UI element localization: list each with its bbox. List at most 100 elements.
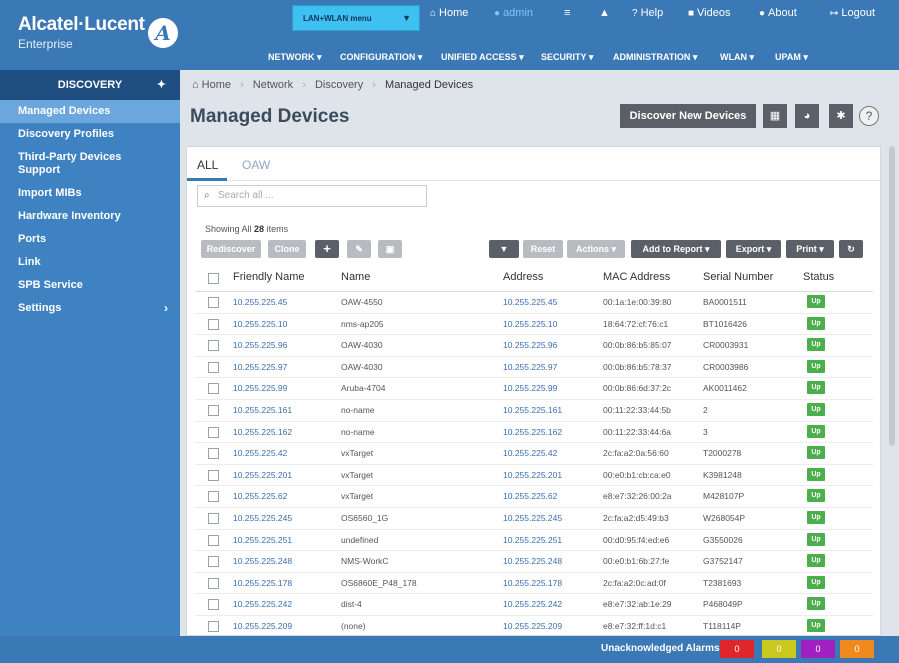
cell-friendly-name[interactable]: 10.255.225.99: [233, 383, 287, 393]
sidebar-item-discovery-profiles[interactable]: Discovery Profiles: [0, 123, 180, 146]
cell-friendly-name[interactable]: 10.255.225.248: [233, 556, 292, 566]
tab-all[interactable]: ALL: [197, 158, 218, 172]
table-row[interactable]: 10.255.225.251 undefined 10.255.225.251 00:…: [195, 530, 873, 552]
home-link[interactable]: ⌂ Home: [430, 7, 468, 19]
table-row[interactable]: 10.255.225.178 OS6860E_P48_178 10.255.225.…: [195, 573, 873, 595]
pie-chart-icon[interactable]: ◕: [795, 104, 819, 128]
row-checkbox[interactable]: [208, 340, 219, 352]
nav-configuration[interactable]: CONFIGURATION ▾: [340, 52, 422, 63]
sidebar-item-link[interactable]: Link: [0, 251, 180, 274]
table-row[interactable]: 10.255.225.201 vxTarget 10.255.225.201 00:e…: [195, 465, 873, 487]
cell-address[interactable]: 10.255.225.99: [503, 383, 557, 393]
nav-administration[interactable]: ADMINISTRATION ▾: [613, 52, 697, 63]
table-row[interactable]: 10.255.225.162 no-name 10.255.225.162 00:11…: [195, 422, 873, 444]
cell-address[interactable]: 10.255.225.10: [503, 319, 557, 329]
cell-friendly-name[interactable]: 10.255.225.201: [233, 470, 292, 480]
nav-wlan[interactable]: WLAN ▾: [720, 52, 754, 63]
table-row[interactable]: 10.255.225.245 OS6560_1G 10.255.225.245 2c:…: [195, 508, 873, 530]
row-checkbox[interactable]: [208, 556, 219, 568]
videos-link[interactable]: ■ Videos: [688, 7, 730, 19]
cell-friendly-name[interactable]: 10.255.225.10: [233, 319, 287, 329]
logout-link[interactable]: ↦ Logout: [830, 7, 875, 19]
cell-friendly-name[interactable]: 10.255.225.178: [233, 578, 292, 588]
cell-friendly-name[interactable]: 10.255.225.162: [233, 427, 292, 437]
breadcrumb-network[interactable]: Network: [253, 79, 293, 91]
cell-friendly-name[interactable]: 10.255.225.45: [233, 297, 287, 307]
cell-address[interactable]: 10.255.225.162: [503, 427, 562, 437]
table-row[interactable]: 10.255.225.99 Aruba-4704 10.255.225.99 00:0…: [195, 378, 873, 400]
cell-friendly-name[interactable]: 10.255.225.97: [233, 362, 287, 372]
cell-address[interactable]: 10.255.225.45: [503, 297, 557, 307]
row-checkbox[interactable]: [208, 426, 219, 438]
row-checkbox[interactable]: [208, 404, 219, 416]
column-status[interactable]: Status: [803, 271, 834, 283]
cell-address[interactable]: 10.255.225.242: [503, 599, 562, 609]
table-row[interactable]: 10.255.225.96 OAW-4030 10.255.225.96 00:0b:…: [195, 335, 873, 357]
print-dropdown[interactable]: Print ▾: [786, 240, 834, 258]
column-name[interactable]: Name: [341, 271, 370, 283]
breadcrumb-home[interactable]: Home: [202, 79, 231, 91]
row-checkbox[interactable]: [208, 620, 219, 632]
discover-new-devices-button[interactable]: Discover New Devices: [620, 104, 756, 128]
bell-icon[interactable]: ▲: [599, 7, 610, 19]
sidebar-item-hardware-inventory[interactable]: Hardware Inventory: [0, 205, 180, 228]
sidebar-item-spb-service[interactable]: SPB Service: [0, 274, 180, 297]
table-row[interactable]: 10.255.225.97 OAW-4030 10.255.225.97 00:0b:…: [195, 357, 873, 379]
help-icon[interactable]: ?: [859, 106, 879, 126]
help-link[interactable]: ? Help: [632, 7, 663, 19]
alarm-counter[interactable]: 0: [840, 640, 874, 658]
cell-address[interactable]: 10.255.225.251: [503, 535, 562, 545]
cell-address[interactable]: 10.255.225.209: [503, 621, 562, 631]
column-address[interactable]: Address: [503, 271, 543, 283]
cell-friendly-name[interactable]: 10.255.225.209: [233, 621, 292, 631]
tab-oaw[interactable]: OAW: [242, 158, 270, 172]
cell-address[interactable]: 10.255.225.62: [503, 491, 557, 501]
cell-friendly-name[interactable]: 10.255.225.242: [233, 599, 292, 609]
nav-network[interactable]: NETWORK ▾: [268, 52, 322, 63]
row-checkbox[interactable]: [208, 318, 219, 330]
clone-button[interactable]: Clone: [268, 240, 306, 258]
table-row[interactable]: 10.255.225.248 NMS-WorkC 10.255.225.248 00:…: [195, 551, 873, 573]
cell-address[interactable]: 10.255.225.97: [503, 362, 557, 372]
pin-icon[interactable]: ✦: [157, 70, 166, 100]
cell-friendly-name[interactable]: 10.255.225.251: [233, 535, 292, 545]
alarm-counter[interactable]: 0: [801, 640, 835, 658]
table-row[interactable]: 10.255.225.42 vxTarget 10.255.225.42 2c:fa:…: [195, 443, 873, 465]
table-row[interactable]: 10.255.225.62 vxTarget 10.255.225.62 e8:e7:…: [195, 486, 873, 508]
nav-unified-access[interactable]: UNIFIED ACCESS ▾: [441, 52, 524, 63]
sidebar-item-import-mibs[interactable]: Import MIBs: [0, 182, 180, 205]
cell-address[interactable]: 10.255.225.245: [503, 513, 562, 523]
search-input[interactable]: ⌕ Search all ...: [197, 185, 427, 207]
select-all-checkbox[interactable]: [208, 273, 219, 284]
row-checkbox[interactable]: [208, 534, 219, 546]
sidebar-item-managed-devices[interactable]: Managed Devices: [0, 100, 180, 123]
column-mac-address[interactable]: MAC Address: [603, 271, 670, 283]
breadcrumb-discovery[interactable]: Discovery: [315, 79, 363, 91]
row-checkbox[interactable]: [208, 577, 219, 589]
row-checkbox[interactable]: [208, 512, 219, 524]
column-serial-number[interactable]: Serial Number: [703, 271, 773, 283]
cell-address[interactable]: 10.255.225.42: [503, 448, 557, 458]
about-link[interactable]: ● About: [759, 7, 797, 19]
gear-icon[interactable]: ✱: [829, 104, 853, 128]
row-checkbox[interactable]: [208, 491, 219, 503]
delete-icon[interactable]: ▣: [378, 240, 402, 258]
edit-icon[interactable]: ✎: [347, 240, 371, 258]
row-checkbox[interactable]: [208, 599, 219, 611]
filter-icon[interactable]: ▼: [489, 240, 519, 258]
alarm-counter[interactable]: 0: [762, 640, 796, 658]
row-checkbox[interactable]: [208, 297, 219, 308]
user-link[interactable]: ● admin: [494, 7, 533, 19]
cell-friendly-name[interactable]: 10.255.225.42: [233, 448, 287, 458]
cell-friendly-name[interactable]: 10.255.225.161: [233, 405, 292, 415]
menu-icon[interactable]: ≡: [564, 7, 570, 19]
add-icon[interactable]: +: [315, 240, 339, 258]
cell-address[interactable]: 10.255.225.178: [503, 578, 562, 588]
cell-address[interactable]: 10.255.225.248: [503, 556, 562, 566]
sidebar-item-ports[interactable]: Ports: [0, 228, 180, 251]
vertical-scrollbar[interactable]: [889, 146, 895, 446]
rediscover-button[interactable]: Rediscover: [201, 240, 261, 258]
table-row[interactable]: 10.255.225.209 (none) 10.255.225.209 e8:e7:…: [195, 616, 873, 638]
nav-security[interactable]: SECURITY ▾: [541, 52, 593, 63]
sidebar-item-third-party-devices[interactable]: Third-Party Devices Support: [0, 146, 180, 182]
